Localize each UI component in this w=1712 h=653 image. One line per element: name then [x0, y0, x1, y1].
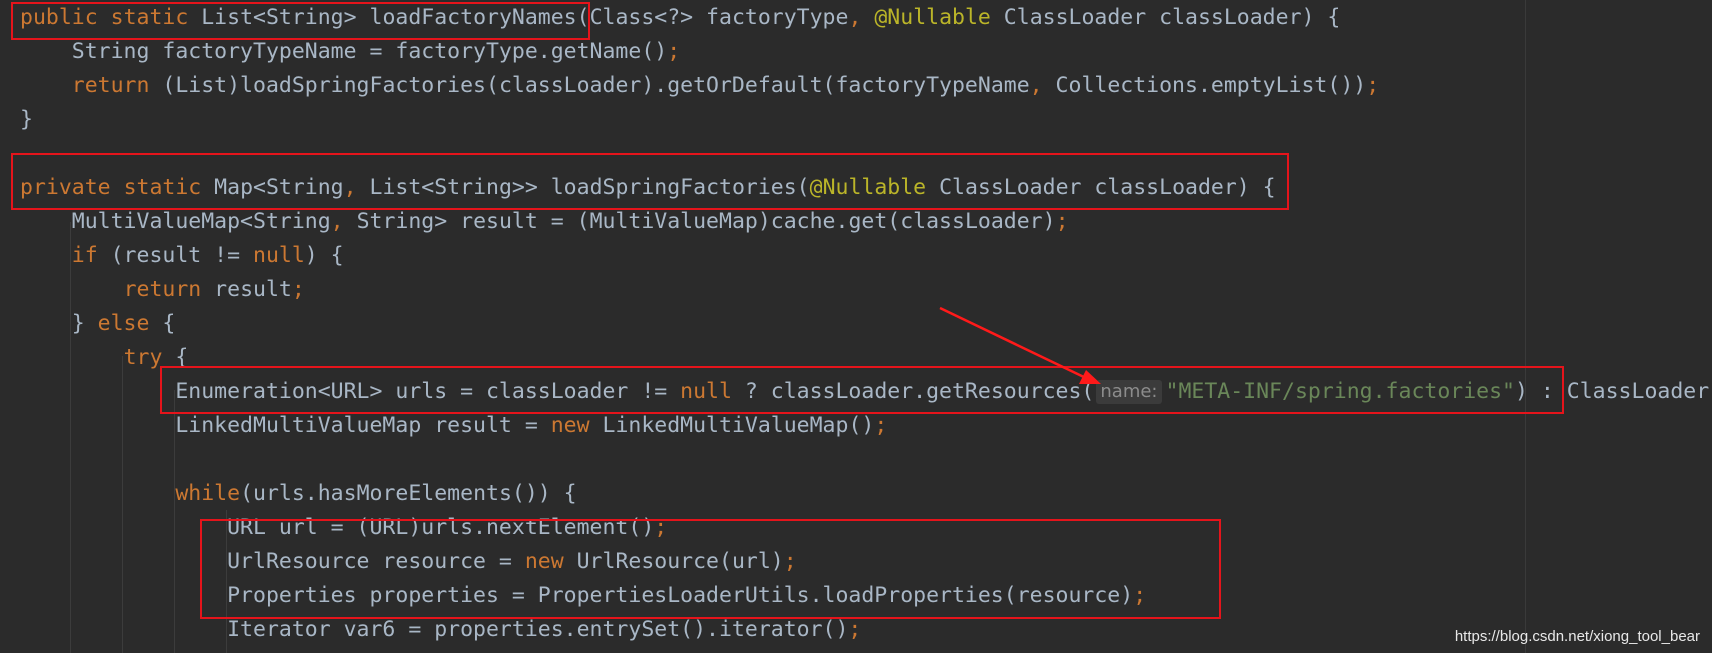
- watermark-url: https://blog.csdn.net/xiong_tool_bear: [1454, 628, 1700, 645]
- arrow-icon: [939, 306, 1101, 384]
- code-editor[interactable]: public static List<String> loadFactoryNa…: [0, 0, 1712, 653]
